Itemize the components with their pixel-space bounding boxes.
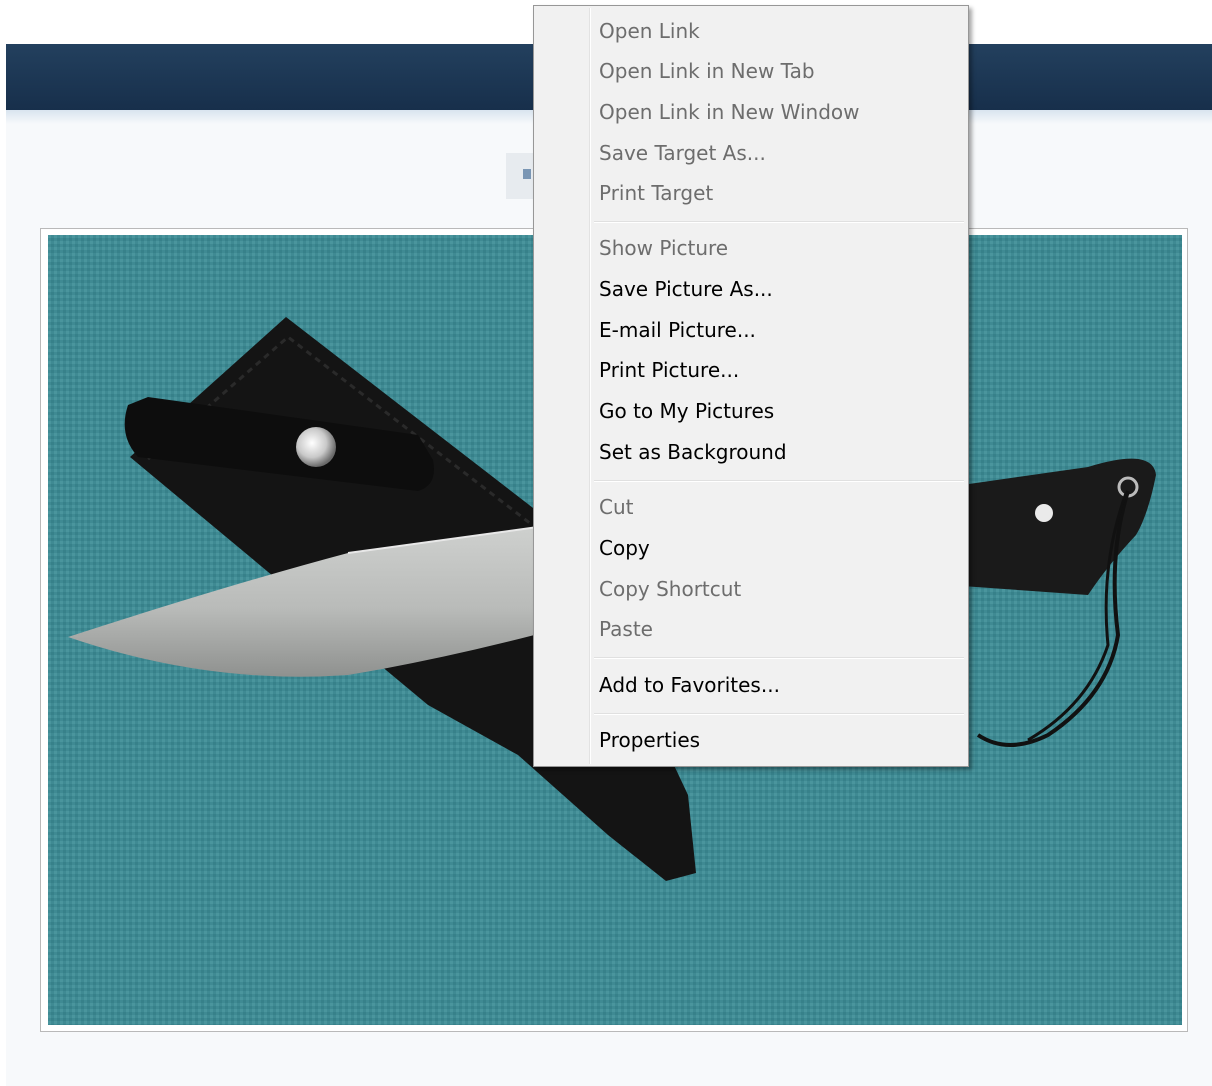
menu-item-properties[interactable]: Properties	[537, 720, 965, 760]
menu-item-cut[interactable]: Cut	[537, 487, 965, 527]
menu-item-set-as-background[interactable]: Set as Background	[537, 432, 965, 472]
menu-separator	[594, 221, 964, 223]
menu-item-print-picture[interactable]: Print Picture...	[537, 350, 965, 390]
menu-item-show-picture[interactable]: Show Picture	[537, 228, 965, 268]
menu-item-copy[interactable]: Copy	[537, 528, 965, 568]
menu-item-open-link-new-tab[interactable]: Open Link in New Tab	[537, 51, 965, 91]
menu-separator	[594, 657, 964, 659]
menu-item-print-target[interactable]: Print Target	[537, 173, 965, 213]
menu-item-open-link-new-window[interactable]: Open Link in New Window	[537, 92, 965, 132]
menu-item-paste[interactable]: Paste	[537, 609, 965, 649]
menu-separator	[594, 480, 964, 482]
image-toolbar-button[interactable]	[506, 153, 534, 199]
menu-item-go-to-my-pictures[interactable]: Go to My Pictures	[537, 391, 965, 431]
menu-item-open-link[interactable]: Open Link	[537, 11, 965, 51]
image-toolbar-icon	[523, 169, 531, 179]
menu-item-add-to-favorites[interactable]: Add to Favorites...	[537, 665, 965, 705]
menu-item-save-picture-as[interactable]: Save Picture As...	[537, 269, 965, 309]
menu-item-copy-shortcut[interactable]: Copy Shortcut	[537, 569, 965, 609]
menu-item-email-picture[interactable]: E-mail Picture...	[537, 310, 965, 350]
menu-separator	[594, 713, 964, 715]
menu-item-save-target-as[interactable]: Save Target As...	[537, 133, 965, 173]
context-menu: Open Link Open Link in New Tab Open Link…	[533, 5, 969, 767]
